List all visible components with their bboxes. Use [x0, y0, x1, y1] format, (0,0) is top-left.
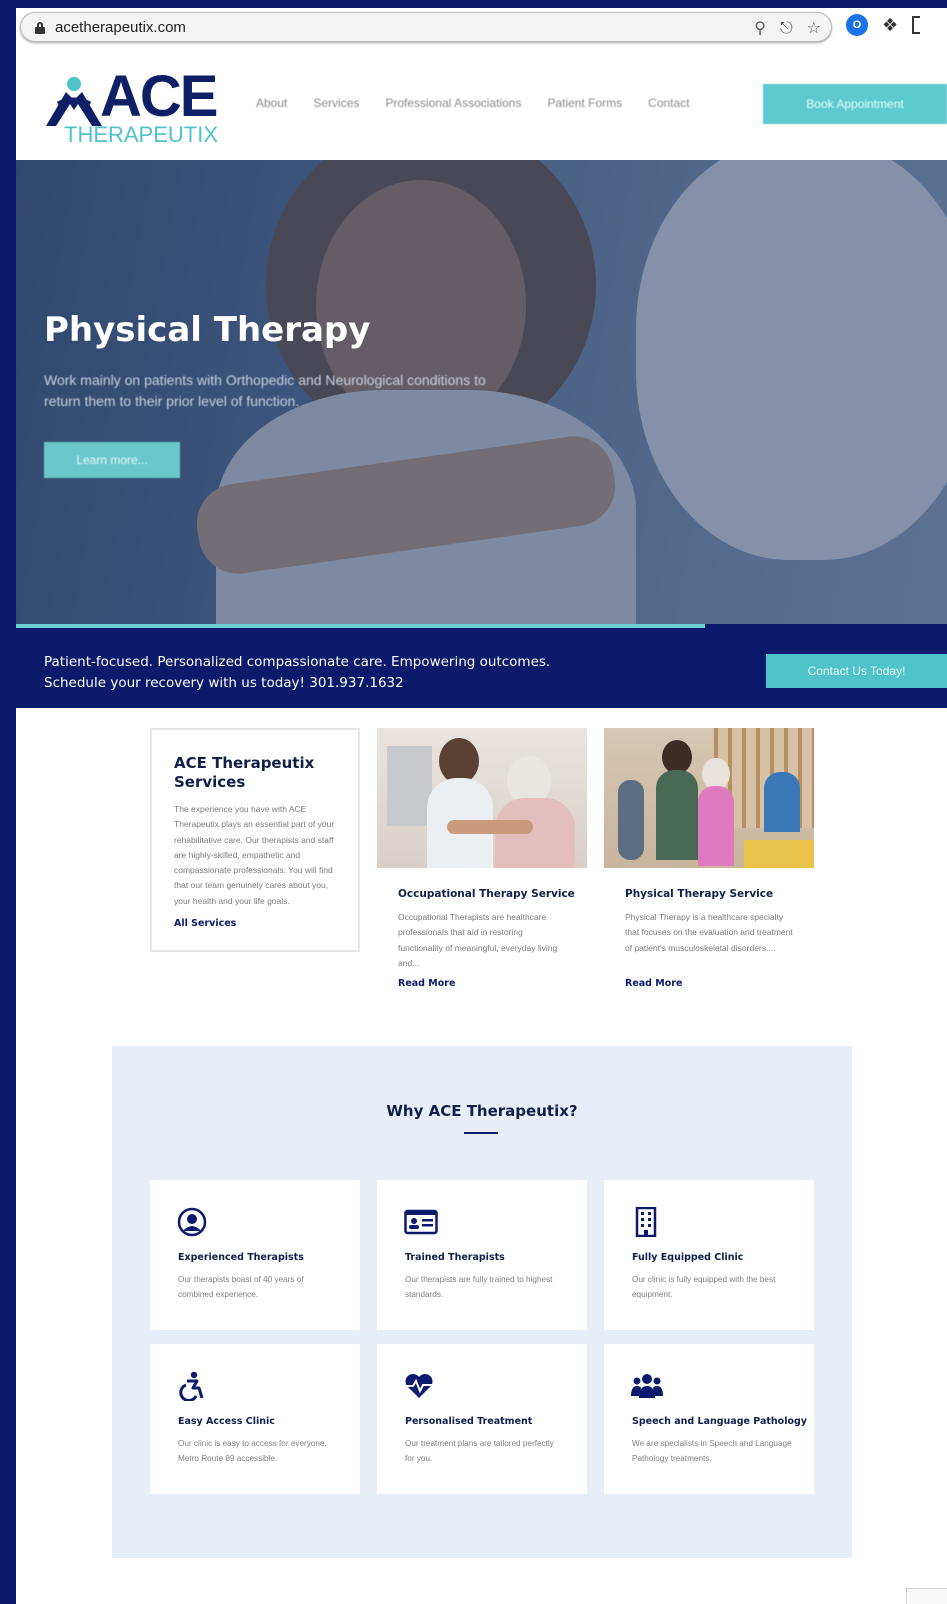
- browser-toolbar: acetherapeutix.com ⚲ ⎋ ☆ O ❖: [16, 8, 947, 46]
- building-icon: [635, 1207, 657, 1237]
- occupational-read-more[interactable]: Read More: [398, 978, 455, 989]
- feature-title: Fully Equipped Clinic: [632, 1252, 744, 1263]
- feature-title: Personalised Treatment: [405, 1416, 533, 1427]
- services-title: ACE Therapeutix Services: [174, 754, 315, 791]
- bookmark-star-icon[interactable]: ☆: [807, 18, 821, 38]
- feature-text: Our treatment plans are tailored perfect…: [405, 1439, 554, 1463]
- feature-title: Experienced Therapists: [178, 1252, 304, 1263]
- puzzle-icon[interactable]: ❖: [882, 15, 898, 36]
- feature-text: Our therapists are fully trained to high…: [405, 1275, 553, 1299]
- service-physical: Physical Therapy Service Physical Therap…: [604, 728, 814, 989]
- why-section: Why ACE Therapeutix? Experienced Therapi…: [112, 1046, 852, 1558]
- feature-title: Easy Access Clinic: [178, 1416, 275, 1427]
- why-title: Why ACE Therapeutix?: [386, 1102, 578, 1120]
- share-icon[interactable]: ⎋: [780, 18, 793, 38]
- ace-logo[interactable]: ACE THERAPEUTIX: [44, 64, 224, 148]
- zoom-icon[interactable]: ⚲: [754, 18, 766, 38]
- nav-about[interactable]: About: [256, 96, 287, 110]
- address-bar[interactable]: acetherapeutix.com ⚲ ⎋ ☆: [20, 12, 832, 42]
- site-header: ACE THERAPEUTIX About Services Professio…: [16, 46, 947, 160]
- all-services-link[interactable]: All Services: [174, 918, 236, 929]
- feature-text: Our clinic is fully equipped with the be…: [632, 1275, 776, 1299]
- logo-figure-icon: [46, 77, 102, 126]
- feature-text: We are specialists in Speech and Languag…: [632, 1439, 792, 1463]
- heartbeat-icon: [405, 1374, 433, 1398]
- physical-read-more[interactable]: Read More: [625, 978, 682, 989]
- occupational-service-text: Occupational Therapists are healthcare p…: [398, 912, 558, 968]
- main-nav: About Services Professional Associations…: [256, 96, 690, 110]
- hero-slider: Physical Therapy Work mainly on patients…: [16, 160, 947, 626]
- nav-professional-associations[interactable]: Professional Associations: [385, 96, 521, 110]
- feature-easy-access: Easy Access Clinic Our clinic is easy to…: [150, 1344, 360, 1494]
- url-text[interactable]: acetherapeutix.com: [55, 19, 186, 36]
- hero-title: Physical Therapy: [44, 310, 371, 350]
- id-card-icon: [404, 1209, 438, 1235]
- hero-description: Work mainly on patients with Orthopedic …: [44, 372, 486, 409]
- feature-equipped: Fully Equipped Clinic Our clinic is full…: [604, 1180, 814, 1330]
- extension-icon[interactable]: O: [846, 14, 868, 36]
- services-intro-card: ACE Therapeutix Services The experience …: [150, 728, 360, 952]
- feature-trained: Trained Therapists Our therapists are fu…: [377, 1180, 587, 1330]
- cta-strip: Patient-focused. Personalized compassion…: [16, 628, 947, 708]
- logo-wordmark: ACE: [100, 64, 218, 129]
- feature-title: Speech and Language Pathology: [632, 1416, 807, 1427]
- feature-experienced: Experienced Therapists Our therapists bo…: [150, 1180, 360, 1330]
- user-circle-icon: [177, 1207, 207, 1237]
- physical-service-text: Physical Therapy is a healthcare special…: [625, 912, 793, 953]
- feature-personalised: Personalised Treatment Our treatment pla…: [377, 1344, 587, 1494]
- why-divider: [464, 1132, 498, 1134]
- nav-services[interactable]: Services: [313, 96, 359, 110]
- cta-line-2: Schedule your recovery with us today! 30…: [44, 675, 404, 691]
- nav-contact[interactable]: Contact: [648, 96, 689, 110]
- feature-text: Our clinic is easy to access for everyon…: [178, 1439, 327, 1463]
- side-panel-icon[interactable]: [912, 16, 921, 34]
- recaptcha-badge[interactable]: [906, 1588, 947, 1604]
- feature-title: Trained Therapists: [405, 1252, 505, 1263]
- services-intro: The experience you have with ACE Therape…: [174, 804, 335, 906]
- logo-subtitle: THERAPEUTIX: [64, 122, 219, 147]
- physical-service-title: Physical Therapy Service: [625, 888, 774, 900]
- service-occupational: Occupational Therapy Service Occupationa…: [377, 728, 587, 989]
- occupational-therapy-image[interactable]: [377, 728, 587, 868]
- occupational-service-title: Occupational Therapy Service: [398, 888, 575, 900]
- users-group-icon: [631, 1374, 663, 1398]
- learn-more-button[interactable]: Learn more...: [44, 442, 180, 478]
- feature-speech: Speech and Language Pathology We are spe…: [604, 1344, 814, 1494]
- lock-icon: [35, 22, 45, 34]
- nav-patient-forms[interactable]: Patient Forms: [547, 96, 622, 110]
- physical-therapy-image[interactable]: [604, 728, 814, 868]
- book-appointment-button[interactable]: Book Appointment: [763, 84, 947, 124]
- feature-text: Our therapists boast of 40 years of comb…: [178, 1275, 304, 1299]
- main-content: ACE Therapeutix Services The experience …: [16, 708, 947, 1604]
- accessibility-icon: [179, 1371, 204, 1401]
- cta-line-1: Patient-focused. Personalized compassion…: [44, 654, 551, 670]
- contact-us-button[interactable]: Contact Us Today!: [766, 654, 947, 688]
